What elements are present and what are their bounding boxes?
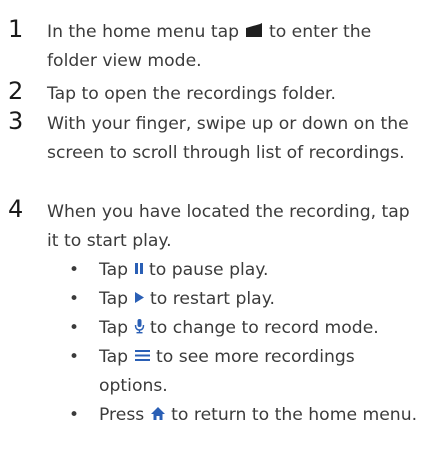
step-number: 1 xyxy=(8,15,24,43)
bullet-symbol: • xyxy=(69,318,80,338)
bullet-text-before: Tap xyxy=(99,260,134,280)
step-text: When you have located the recording, tap… xyxy=(47,202,410,251)
step-number: 2 xyxy=(8,77,24,105)
bullet-text-after: to pause play. xyxy=(143,260,269,280)
bullet-text-before: Tap xyxy=(99,289,134,309)
bullet-symbol: • xyxy=(69,347,80,367)
bullet-text-before: Press xyxy=(99,405,150,425)
bullet-symbol: • xyxy=(69,289,80,309)
step-text: In the home menu tap to enter the folder… xyxy=(47,18,422,75)
bullet-text: Tap to change to record mode. xyxy=(99,314,422,343)
bullet-text-after: to change to record mode. xyxy=(144,318,379,338)
step-text: Tap to open the recordings folder. xyxy=(47,84,336,104)
bullet-text: Tap to restart play. xyxy=(99,285,422,314)
bullet-text: Tap to see more recordings options. xyxy=(99,343,422,400)
step-number: 4 xyxy=(8,195,24,223)
pause-icon xyxy=(134,262,144,275)
folder-icon xyxy=(245,22,264,38)
bullet-text: Tap to pause play. xyxy=(99,256,422,285)
bullet-text-after: to restart play. xyxy=(144,289,275,309)
bullet-symbol: • xyxy=(69,405,80,425)
bullet-text-before: Tap xyxy=(99,318,134,338)
microphone-icon xyxy=(134,318,145,334)
bullet-text-after: to return to the home menu. xyxy=(165,405,418,425)
home-icon xyxy=(150,406,166,421)
bullet-symbol: • xyxy=(69,260,80,280)
step-text: With your finger, swipe up or down on th… xyxy=(47,114,409,163)
step-number: 3 xyxy=(8,107,24,135)
bullet-text: Press to return to the home menu. xyxy=(99,401,422,430)
bullet-text-before: Tap xyxy=(99,347,134,367)
step-text-before: In the home menu tap xyxy=(47,22,245,42)
menu-icon xyxy=(134,349,151,362)
play-icon xyxy=(134,291,145,304)
